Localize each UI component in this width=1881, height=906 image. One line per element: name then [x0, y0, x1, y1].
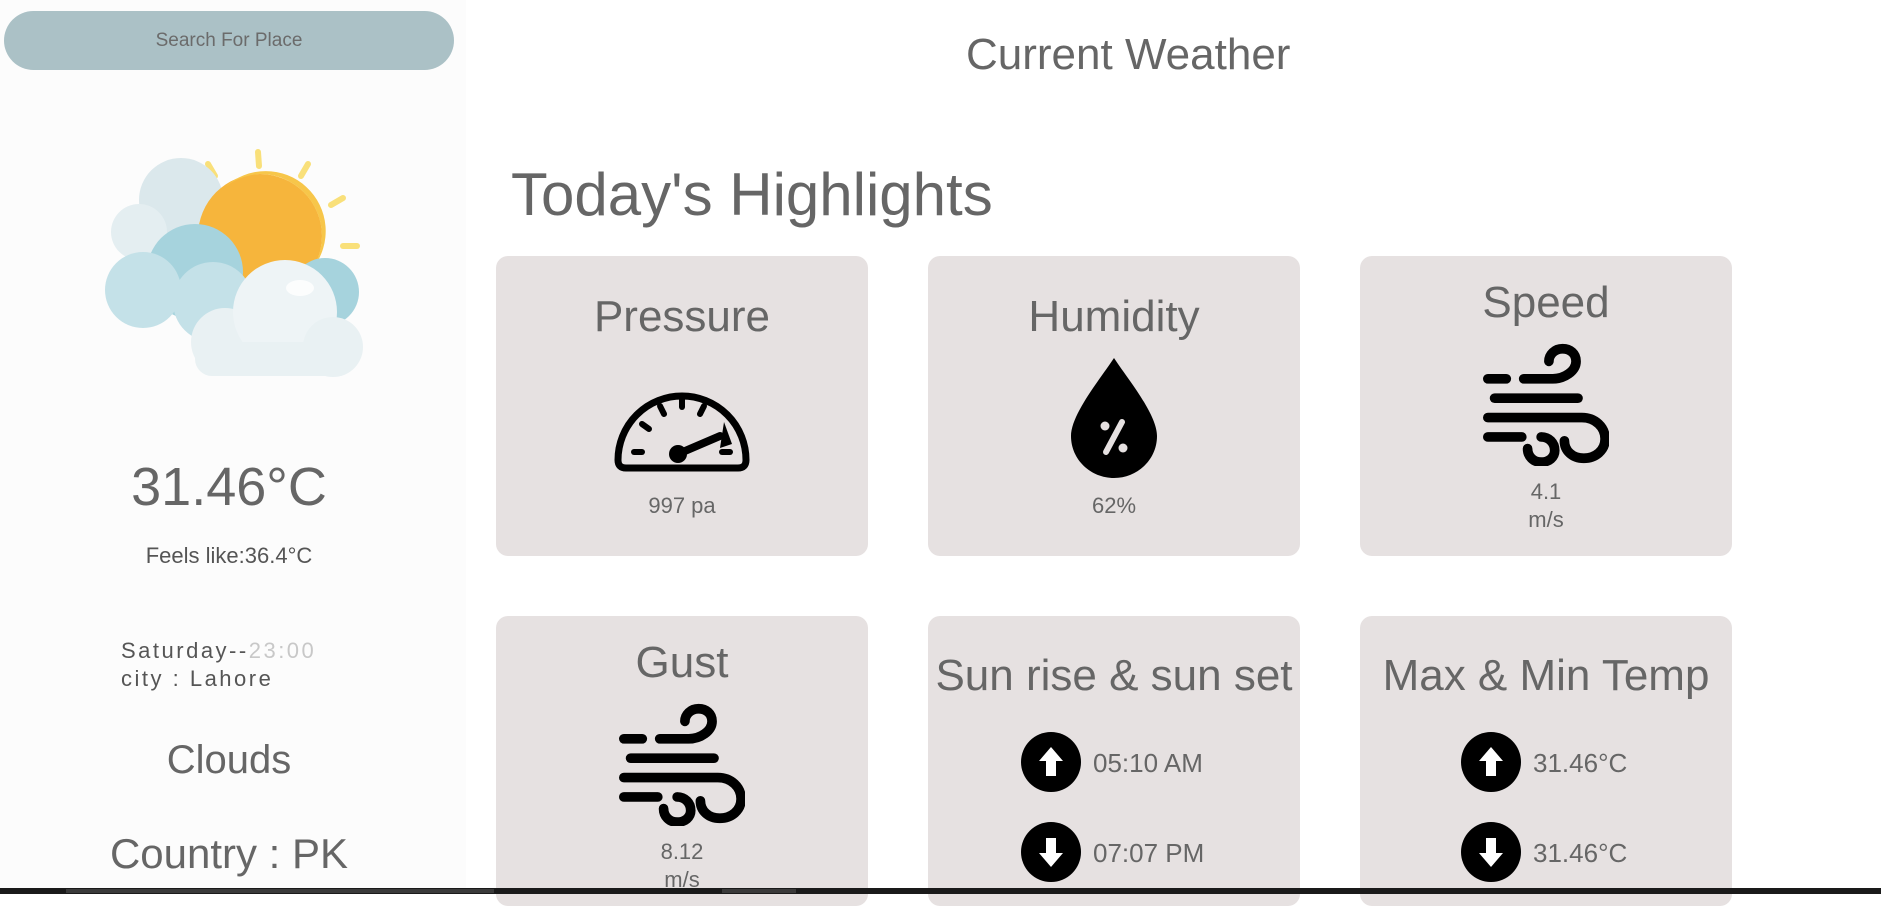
gust-card: Gust 8.12 m/s: [496, 616, 868, 906]
gust-label: Gust: [635, 638, 729, 687]
horizontal-scrollbar[interactable]: [0, 888, 1881, 894]
max-temp-row: 31.46°C: [1360, 732, 1732, 792]
min-temp: 31.46°C: [1533, 838, 1628, 868]
page-title: Current Weather: [966, 30, 1291, 79]
speed-label: Speed: [1482, 278, 1610, 327]
min-temp-row: 31.46°C: [1360, 822, 1732, 882]
gust-value: 8.12 m/s: [496, 838, 868, 894]
gauge-icon: [614, 392, 750, 472]
humidity-card: Humidity 62%: [928, 256, 1300, 556]
country: Country : PK: [109, 830, 349, 877]
humidity-label: Humidity: [1028, 292, 1200, 341]
speed-card: Speed 4.1 m/s: [1360, 256, 1732, 556]
weather-condition: Clouds: [166, 738, 292, 782]
speed-unit: m/s: [1528, 507, 1564, 532]
max-temp: 31.46°C: [1533, 748, 1628, 778]
sunset-row: 07:07 PM: [928, 822, 1300, 882]
sidebar: 31.46°C Feels like:36.4°C Saturday--23:0…: [0, 0, 466, 890]
arrow-up-icon: [1021, 732, 1081, 792]
water-drop-percent-icon: [1071, 358, 1157, 478]
scrollbar-thumb[interactable]: [66, 889, 494, 893]
current-time: 23:00: [248, 638, 317, 663]
pressure-label: Pressure: [593, 292, 771, 341]
wind-icon: [619, 703, 745, 826]
speed-value: 4.1 m/s: [1360, 478, 1732, 534]
pressure-value: 997 pa: [648, 493, 716, 518]
day-of-week: Saturday--: [121, 638, 249, 663]
sunrise-row: 05:10 AM: [928, 732, 1300, 792]
temp-range-card: Max & Min Temp 31.46°C 31.46°C: [1360, 616, 1732, 906]
temp-range-label: Max & Min Temp: [1382, 651, 1710, 700]
arrow-down-icon: [1021, 822, 1081, 882]
speed-number: 4.1: [1530, 479, 1562, 504]
sunrise-time: 05:10 AM: [1093, 748, 1203, 778]
gust-number: 8.12: [660, 839, 704, 864]
sunset-time: 07:07 PM: [1093, 838, 1205, 868]
search-input[interactable]: [4, 11, 454, 70]
sunrise-sunset-label: Sun rise & sun set: [935, 651, 1293, 700]
pressure-card: Pressure 997 pa: [496, 256, 868, 556]
scrollbar-thumb[interactable]: [722, 889, 796, 893]
humidity-value: 62%: [1091, 493, 1137, 518]
date-time-city: Saturday--23:00 city : Lahore: [121, 637, 316, 693]
temperature: 31.46°C: [131, 457, 327, 517]
arrow-down-icon: [1461, 822, 1521, 882]
arrow-up-icon: [1461, 732, 1521, 792]
city: city : Lahore: [121, 666, 274, 691]
wind-icon: [1483, 343, 1609, 466]
sunrise-sunset-card: Sun rise & sun set 05:10 AM 07:07 PM: [928, 616, 1300, 906]
sun-behind-clouds-icon: [105, 149, 363, 377]
feels-like: Feels like:36.4°C: [145, 543, 313, 568]
highlights-title: Today's Highlights: [511, 161, 993, 228]
